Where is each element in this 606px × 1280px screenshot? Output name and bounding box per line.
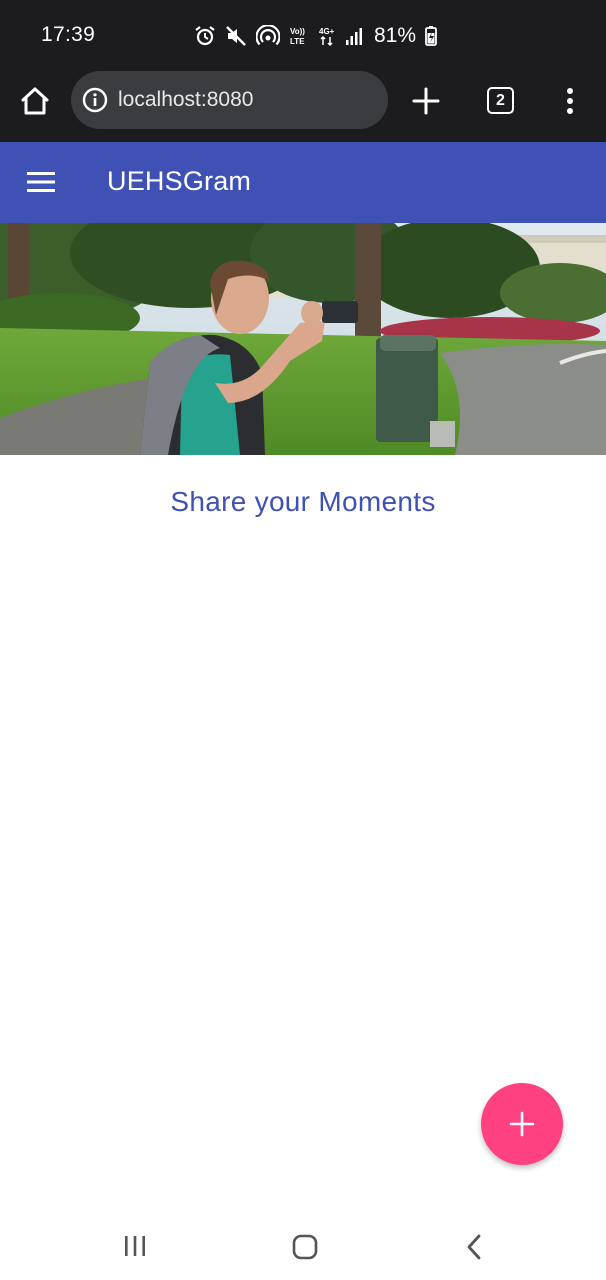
tab-count: 2 [496, 91, 505, 109]
app-title: UEHSGram [107, 166, 252, 196]
hero-image [0, 223, 606, 455]
app-toolbar: UEHSGram [0, 142, 606, 223]
plus-icon [509, 1111, 535, 1137]
browser-toolbar: localhost:8080 2 [0, 70, 606, 142]
signal-icon [345, 25, 363, 47]
recents-icon[interactable] [123, 1234, 147, 1258]
svg-text:Vo)): Vo)) [290, 27, 305, 36]
4g-icon: 4G+ [318, 25, 336, 47]
alarm-icon [194, 25, 216, 47]
battery-percent: 81% [374, 24, 417, 47]
mute-icon [225, 25, 247, 47]
more-vert-icon[interactable] [562, 86, 578, 116]
status-time: 17:39 [41, 23, 96, 46]
add-post-button[interactable] [481, 1083, 563, 1165]
status-icons: Vo)) LTE 4G+ 81% [194, 22, 437, 50]
info-icon[interactable] [82, 87, 108, 113]
page-headline: Share your Moments [170, 486, 436, 517]
back-icon[interactable] [464, 1233, 484, 1261]
url-text[interactable]: localhost:8080 [118, 88, 253, 112]
volte-icon: Vo)) LTE [289, 25, 309, 47]
status-bar: 17:39 Vo)) LTE 4G+ 81% [0, 0, 606, 70]
address-bar[interactable]: localhost:8080 [71, 71, 388, 129]
svg-text:4G+: 4G+ [319, 27, 335, 36]
home-icon[interactable] [292, 1234, 318, 1260]
hotspot-icon [256, 25, 280, 47]
system-nav-bar [0, 1212, 606, 1280]
svg-text:LTE: LTE [290, 37, 305, 46]
new-tab-icon[interactable] [411, 86, 441, 116]
browser-home-icon[interactable] [18, 84, 52, 118]
battery-charging-icon [425, 25, 437, 47]
tab-switcher-button[interactable]: 2 [487, 87, 514, 114]
menu-icon[interactable] [26, 170, 56, 194]
